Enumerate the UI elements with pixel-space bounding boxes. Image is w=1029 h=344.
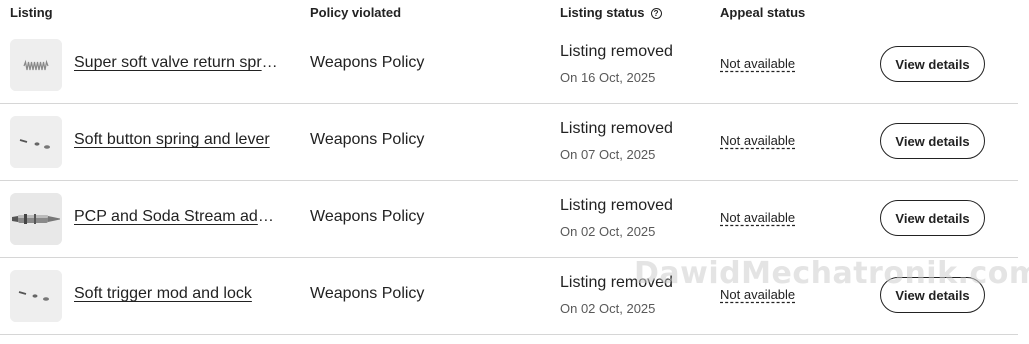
appeal-status[interactable]: Not available [720,210,795,225]
policy-violated: Weapons Policy [310,131,425,148]
policy-violated: Weapons Policy [310,285,425,302]
header-policy-violated: Policy violated [310,5,402,20]
view-details-button[interactable]: View details [880,46,985,82]
listing-status: Listing removed [560,197,673,214]
status-date: On 02 Oct, 2025 [560,224,656,239]
listing-status: Listing removed [560,120,673,137]
policy-violated: Weapons Policy [310,54,425,71]
listing-title-link[interactable]: Soft button spring and lever [74,131,280,149]
view-details-button[interactable]: View details [880,200,985,236]
small-parts-thumbnail[interactable] [10,116,62,168]
question-circle-icon[interactable]: ? [650,8,662,19]
table-header: Listing Policy violated Listing status? … [0,0,1020,26]
view-details-button[interactable]: View details [880,123,985,159]
listing-status: Listing removed [560,274,673,291]
appeal-status[interactable]: Not available [720,56,795,71]
table-row: Super soft valve return spring Weapons P… [0,26,1018,104]
listing-title-link[interactable]: Soft trigger mod and lock [74,285,280,303]
table-row: Soft button spring and lever Weapons Pol… [0,103,1018,181]
policy-violated: Weapons Policy [310,208,425,225]
header-appeal-status: Appeal status [720,5,806,20]
table-row: PCP and Soda Stream adapter Weapons Poli… [0,180,1018,258]
metal-pin-thumbnail[interactable] [10,193,62,245]
status-date: On 07 Oct, 2025 [560,147,656,162]
status-date: On 16 Oct, 2025 [560,70,656,85]
status-date: On 02 Oct, 2025 [560,301,656,316]
listing-title-link[interactable]: PCP and Soda Stream adapter [74,208,280,226]
spring-thumbnail[interactable] [10,39,62,91]
view-details-button[interactable]: View details [880,277,985,313]
appeal-status[interactable]: Not available [720,133,795,148]
small-parts-thumbnail[interactable] [10,270,62,322]
header-listing: Listing [10,5,53,20]
header-listing-status-label: Listing status [560,5,645,20]
header-listing-status: Listing status? [560,5,662,20]
listing-status: Listing removed [560,43,673,60]
appeal-status[interactable]: Not available [720,287,795,302]
table-row: Soft trigger mod and lock Weapons Policy… [0,257,1018,335]
listing-title-link[interactable]: Super soft valve return spring [74,54,280,72]
